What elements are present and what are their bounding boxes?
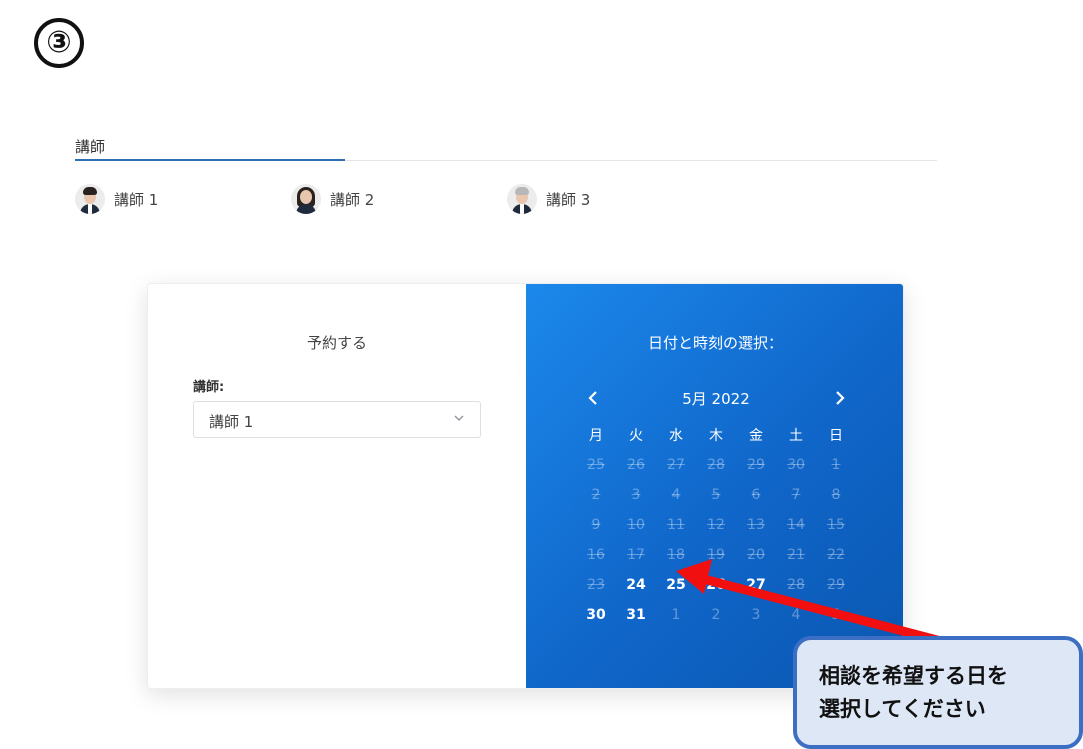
- male-young-avatar: [75, 184, 105, 214]
- instructor-list: 講師 1 講師 2 講師 3: [75, 182, 675, 216]
- booking-form-panel: 予約する 講師: 講師 1: [148, 284, 526, 688]
- calendar-day-available[interactable]: 31: [616, 607, 656, 623]
- calendar-day-disabled: 30: [787, 457, 805, 473]
- weekday-label: 火: [629, 428, 643, 444]
- calendar-day-disabled: 26: [627, 457, 645, 473]
- chevron-right-icon[interactable]: [829, 388, 849, 408]
- callout-line-2: 選択してください: [819, 697, 986, 721]
- calendar-day-disabled: 28: [787, 577, 805, 593]
- calendar-day-disabled: 18: [667, 547, 685, 563]
- calendar-day-disabled: 9: [591, 517, 601, 533]
- step-number-badge: ③: [34, 18, 84, 68]
- calendar-week-row: 25 26 27 28 29 30 1: [576, 450, 856, 480]
- calendar-day-available[interactable]: 26: [696, 577, 736, 593]
- instructor-name: 講師 2: [330, 190, 375, 209]
- calendar-day-disabled: 13: [747, 517, 765, 533]
- calendar-day-disabled: 28: [707, 457, 725, 473]
- calendar-week-row: 23 24 25 26 27 28 29: [576, 570, 856, 600]
- calendar-day-disabled: 8: [831, 487, 841, 503]
- calendar-day-disabled: 22: [827, 547, 845, 563]
- weekday-label: 水: [669, 428, 683, 444]
- weekday-label: 日: [829, 428, 843, 444]
- weekday-label: 土: [789, 428, 803, 444]
- calendar-day-outside: 3: [751, 607, 761, 623]
- calendar-day-disabled: 23: [587, 577, 605, 593]
- calendar-day-disabled: 5: [711, 487, 721, 503]
- booking-widget: 予約する 講師: 講師 1 日付と時刻の選択： 5月 2022 月火水木金土日 …: [147, 283, 904, 689]
- calendar-day-disabled: 15: [827, 517, 845, 533]
- calendar-week-row: 9 10 11 12 13 14 15: [576, 510, 856, 540]
- calendar-day-available[interactable]: 24: [616, 577, 656, 593]
- calendar-day-disabled: 11: [667, 517, 685, 533]
- calendar-day-disabled: 27: [667, 457, 685, 473]
- instructor-item-2[interactable]: 講師 2: [291, 182, 374, 216]
- female-avatar: [291, 184, 321, 214]
- calendar-week-row: 2 3 4 5 6 7 8: [576, 480, 856, 510]
- calendar-day-outside: 5: [831, 607, 841, 623]
- instructor-name: 講師 1: [114, 190, 159, 209]
- tab-instructors[interactable]: 講師: [75, 136, 105, 157]
- weekday-header-row: 月火水木金土日: [576, 420, 856, 450]
- calendar-day-available[interactable]: 25: [656, 577, 696, 593]
- active-tab-indicator: [75, 159, 345, 161]
- calendar-day-disabled: 29: [827, 577, 845, 593]
- chevron-down-icon: [454, 415, 464, 421]
- calendar-day-disabled: 7: [791, 487, 801, 503]
- date-time-title: 日付と時刻の選択：: [647, 334, 783, 352]
- calendar-grid: 月火水木金土日 25 26 27 28 29 30 1 2 3 4 5 6 7 8 9 10 11 12 13 14 1…: [576, 420, 856, 630]
- instructor-item-3[interactable]: 講師 3: [507, 182, 590, 216]
- calendar-day-disabled: 19: [707, 547, 725, 563]
- chevron-left-icon[interactable]: [584, 388, 604, 408]
- calendar-day-available[interactable]: 30: [576, 607, 616, 623]
- instruction-callout: 相談を希望する日を 選択してください: [793, 636, 1083, 749]
- weekday-label: 月: [589, 428, 603, 444]
- calendar-day-disabled: 16: [587, 547, 605, 563]
- calendar-day-disabled: 2: [591, 487, 601, 503]
- male-senior-avatar: [507, 184, 537, 214]
- calendar-day-disabled: 29: [747, 457, 765, 473]
- date-picker-panel: 日付と時刻の選択： 5月 2022 月火水木金土日 25 26 27 28 29 30 1 2…: [526, 284, 903, 688]
- calendar-day-disabled: 12: [707, 517, 725, 533]
- calendar-day-disabled: 20: [747, 547, 765, 563]
- calendar-day-disabled: 4: [671, 487, 681, 503]
- calendar-day-disabled: 17: [627, 547, 645, 563]
- instructor-item-1[interactable]: 講師 1: [75, 182, 158, 216]
- calendar-day-disabled: 14: [787, 517, 805, 533]
- booking-title: 予約する: [306, 334, 367, 352]
- calendar-week-row: 30 31 1 2 3 4 5: [576, 600, 856, 630]
- calendar-day-outside: 4: [791, 607, 801, 623]
- callout-line-1: 相談を希望する日を: [819, 664, 1008, 688]
- calendar-day-outside: 2: [711, 607, 721, 623]
- calendar-day-disabled: 3: [631, 487, 641, 503]
- calendar-week-row: 16 17 18 19 20 21 22: [576, 540, 856, 570]
- calendar-day-disabled: 6: [751, 487, 761, 503]
- calendar-day-available[interactable]: 27: [736, 577, 776, 593]
- calendar-day-disabled: 1: [831, 457, 841, 473]
- instructor-select-value: 講師 1: [209, 413, 254, 431]
- instructor-field-label: 講師:: [193, 380, 225, 395]
- calendar-day-disabled: 10: [627, 517, 645, 533]
- calendar-day-outside: 1: [671, 607, 681, 623]
- calendar-day-disabled: 25: [587, 457, 605, 473]
- weekday-label: 木: [709, 428, 723, 444]
- weekday-label: 金: [749, 428, 763, 444]
- calendar-month-label: 5月 2022: [682, 390, 750, 408]
- instructor-select[interactable]: 講師 1: [193, 401, 481, 438]
- calendar-day-disabled: 21: [787, 547, 805, 563]
- tab-bar: 講師: [75, 134, 937, 161]
- instructor-name: 講師 3: [546, 190, 591, 209]
